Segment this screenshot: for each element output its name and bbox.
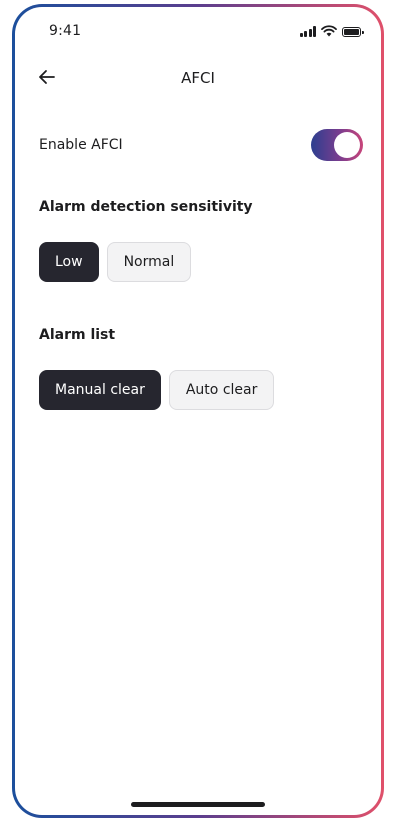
battery-fill: [344, 29, 359, 35]
device-frame: 9:41 AFCI Enable AFCI Alarm detection se…: [12, 4, 384, 818]
nav-bar: AFCI: [15, 57, 381, 97]
alarm-option-manual-clear[interactable]: Manual clear: [39, 370, 161, 410]
cellular-signal-icon: [299, 26, 316, 37]
status-bar: 9:41: [15, 7, 381, 53]
status-icons: [299, 25, 364, 37]
sensitivity-option-low[interactable]: Low: [39, 242, 99, 282]
status-time: 9:41: [49, 23, 82, 39]
sensitivity-options: Low Normal: [39, 242, 192, 282]
home-indicator: [131, 802, 265, 807]
wifi-icon: [321, 25, 337, 37]
enable-afci-row: Enable AFCI: [39, 125, 363, 165]
alarm-list-section-title: Alarm list: [39, 327, 116, 343]
enable-afci-toggle[interactable]: [311, 129, 363, 161]
alarm-option-auto-clear[interactable]: Auto clear: [168, 370, 275, 410]
enable-afci-label: Enable AFCI: [39, 137, 123, 153]
alarm-list-options: Manual clear Auto clear: [39, 370, 275, 410]
app-screen: 9:41 AFCI Enable AFCI Alarm detection se…: [15, 7, 381, 815]
battery-icon: [342, 27, 364, 37]
toggle-knob: [334, 132, 360, 158]
sensitivity-section-title: Alarm detection sensitivity: [39, 199, 253, 215]
page-title: AFCI: [181, 69, 215, 87]
sensitivity-option-normal[interactable]: Normal: [106, 242, 192, 282]
